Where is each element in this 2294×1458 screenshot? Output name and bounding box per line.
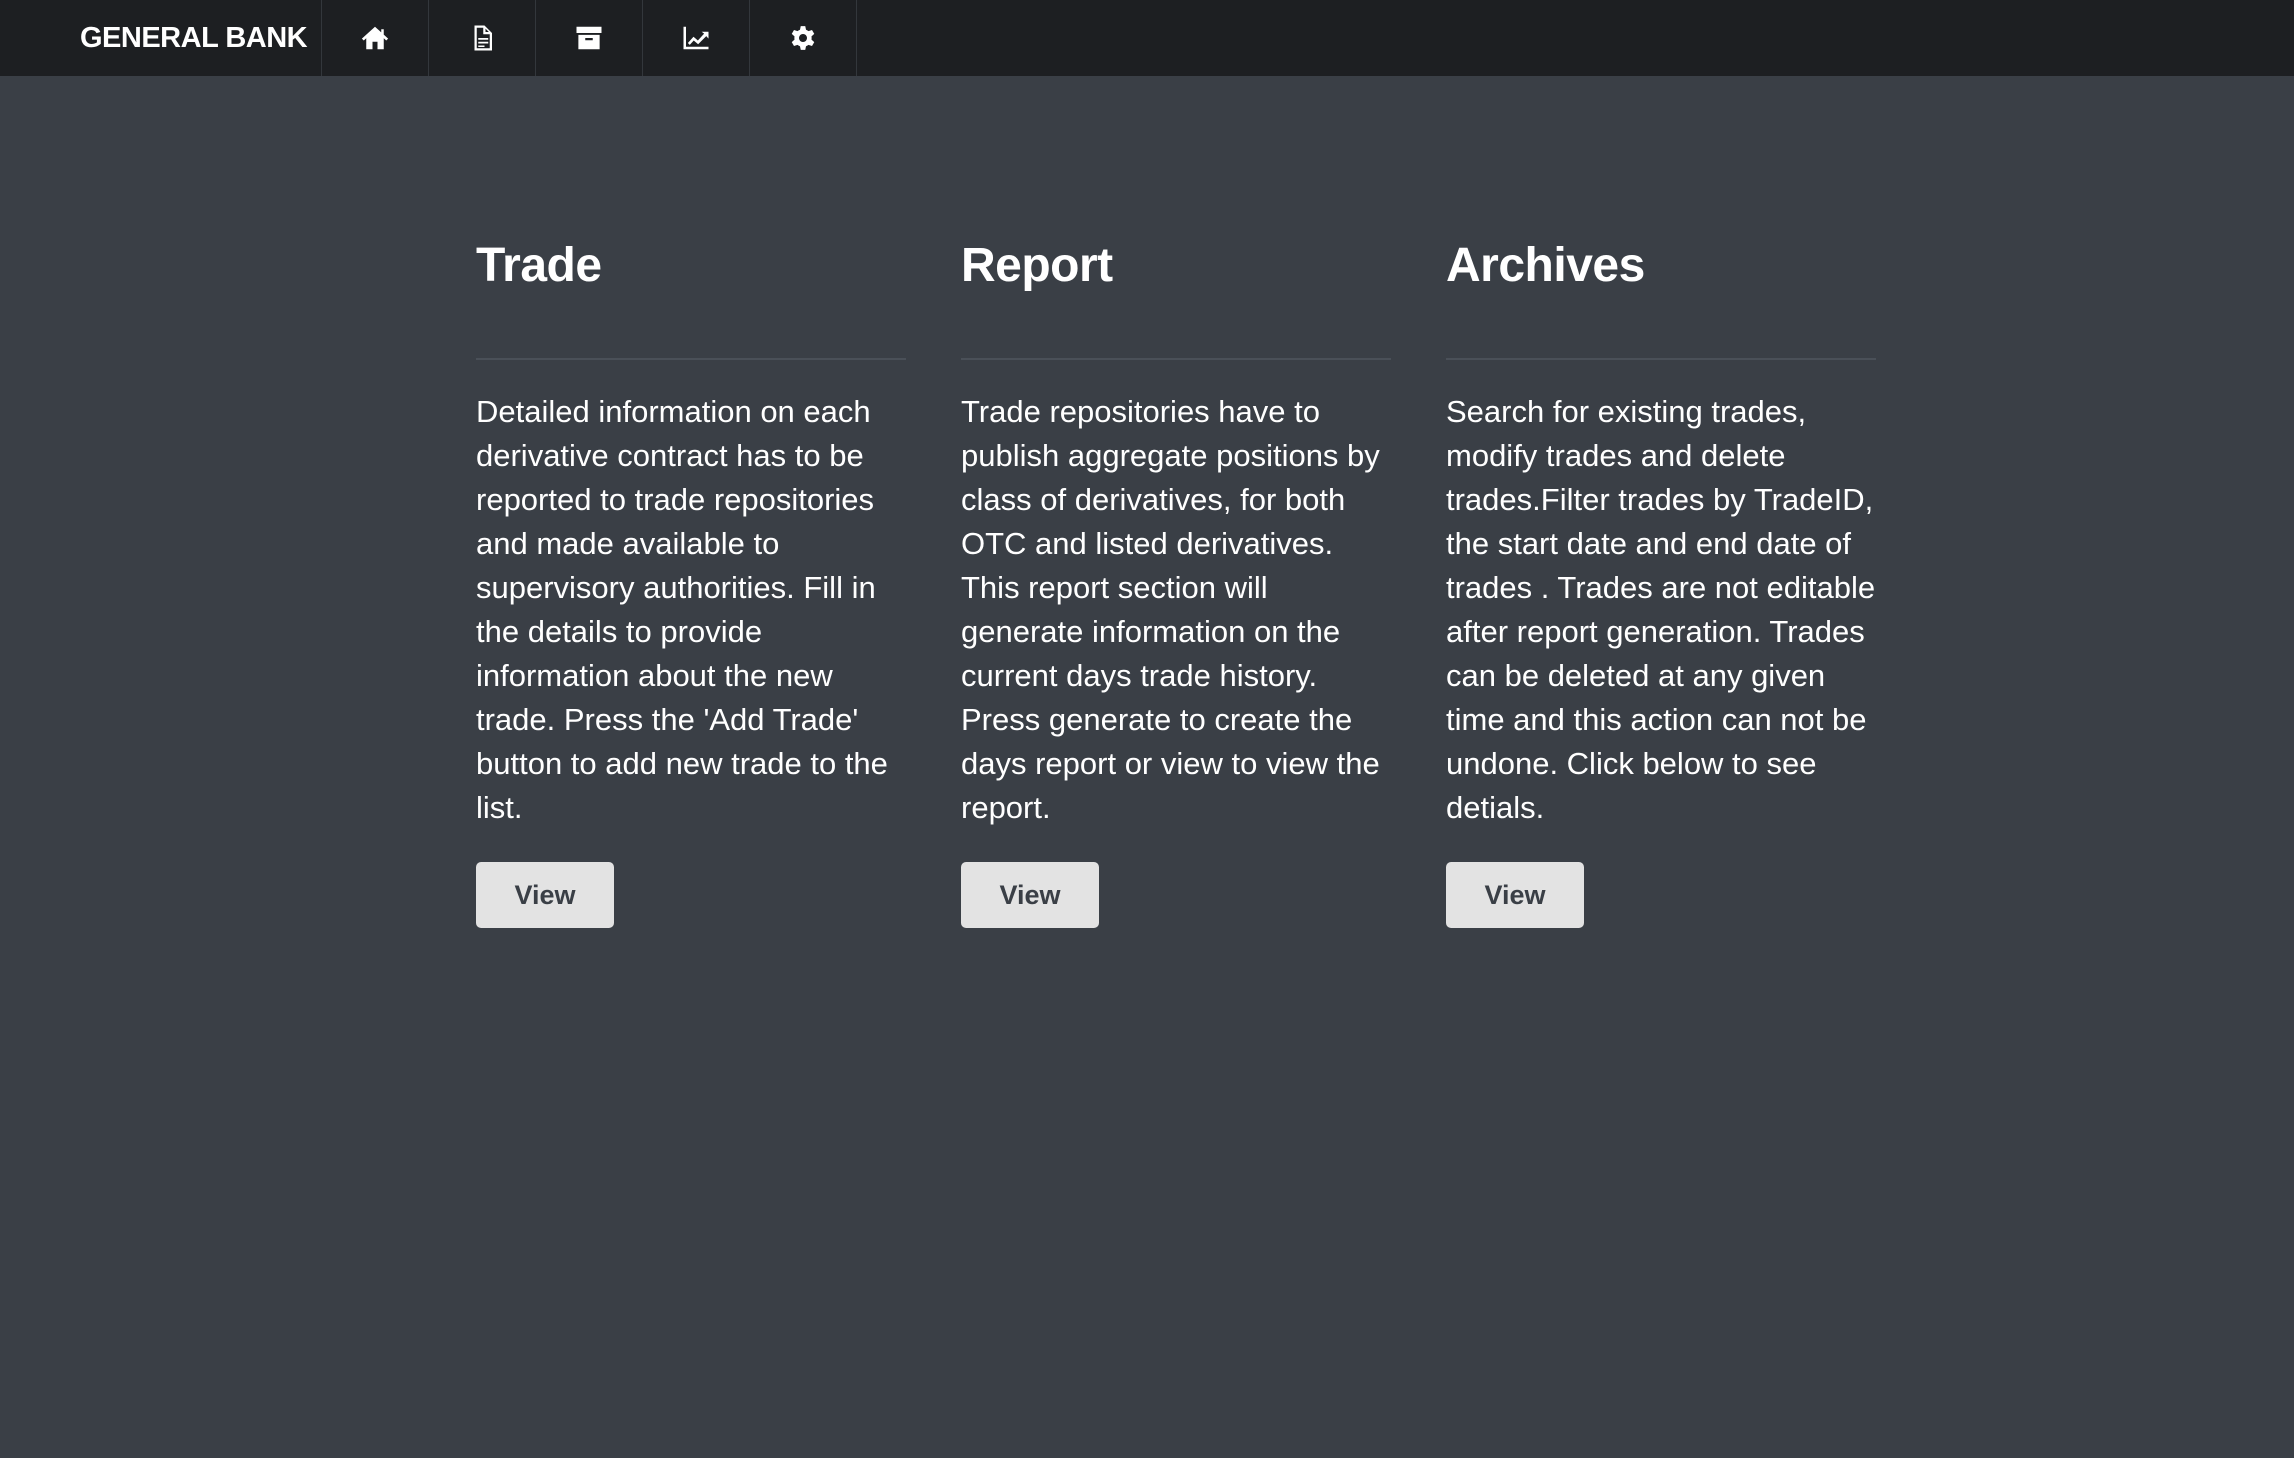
trade-title: Trade [476,239,602,292]
nav-archive[interactable] [536,0,643,76]
archives-description: Search for existing trades, modify trade… [1446,394,1876,825]
document-icon [474,25,492,51]
report-view-button[interactable]: View [961,862,1099,928]
archives-title: Archives [1446,239,1645,292]
chart-icon [683,26,709,50]
trade-description: Detailed information on each derivative … [476,394,888,825]
trade-divider [476,358,906,360]
report-description: Trade repositories have to publish aggre… [961,394,1380,825]
report-section: Report Trade repositories have to publis… [961,236,1391,830]
nav-settings[interactable] [750,0,857,76]
trade-view-button[interactable]: View [476,862,614,928]
archive-icon [576,26,602,50]
trade-section: Trade Detailed information on each deriv… [476,236,906,830]
home-icon [361,26,389,50]
archives-view-button[interactable]: View [1446,862,1584,928]
archives-section: Archives Search for existing trades, mod… [1446,236,1876,830]
archives-divider [1446,358,1876,360]
nav-home[interactable] [322,0,429,76]
brand-logo[interactable]: GENERAL BANK [0,0,322,76]
report-title: Report [961,239,1113,292]
top-navbar: GENERAL BANK [0,0,2294,76]
report-divider [961,358,1391,360]
nav-chart[interactable] [643,0,750,76]
gear-icon [791,26,815,50]
nav-report[interactable] [429,0,536,76]
